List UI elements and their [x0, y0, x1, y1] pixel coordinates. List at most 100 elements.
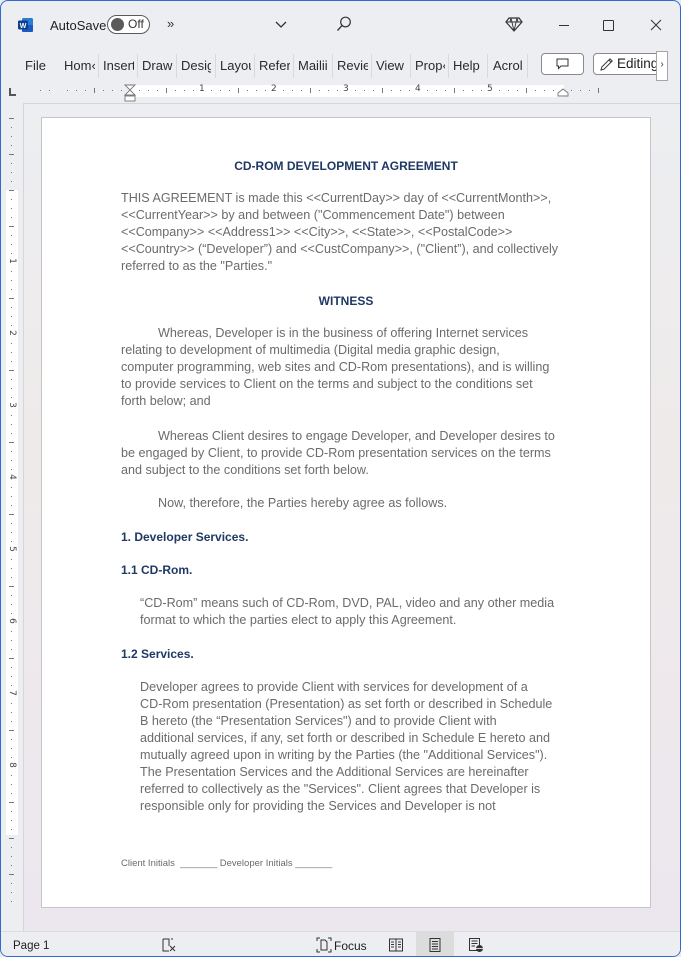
ruler-tick	[535, 90, 536, 91]
tab-references[interactable]: Refer	[259, 57, 290, 75]
ruler-tick	[11, 433, 12, 434]
ruler-tick	[211, 90, 212, 91]
indent-marker-icon[interactable]	[124, 84, 136, 103]
ruler-tick	[11, 901, 12, 902]
premium-diamond-icon[interactable]	[505, 16, 523, 33]
tab-acrobat[interactable]: Acrol	[493, 57, 524, 75]
tab-review[interactable]: Revie	[337, 57, 368, 75]
tab-properties[interactable]: Prop‹	[415, 57, 445, 75]
ruler-tick	[373, 90, 374, 91]
ruler-tick	[11, 721, 12, 722]
tab-home[interactable]: Hom‹	[64, 57, 95, 75]
right-indent-marker-icon[interactable]	[557, 88, 569, 97]
tab-divider	[254, 54, 255, 78]
text-line: responsible only for providing the Servi…	[140, 799, 496, 813]
document-page[interactable]: CD-ROM DEVELOPMENT AGREEMENT THIS AGREEM…	[41, 117, 651, 908]
comments-button[interactable]	[541, 53, 584, 75]
tab-selector-icon[interactable]	[9, 88, 16, 96]
minimize-button[interactable]	[552, 13, 576, 37]
witness-heading: WITNESS	[318, 294, 374, 308]
ruler-tick	[11, 793, 12, 794]
ruler-tick	[11, 676, 12, 677]
close-button[interactable]	[644, 13, 668, 37]
now-therefore-paragraph: Now, therefore, the Parties hereby agree…	[158, 496, 448, 510]
ruler-tick	[409, 90, 410, 91]
chevron-down-icon[interactable]	[273, 16, 289, 32]
whereas-paragraph-1: Whereas, Developer is in the business of…	[121, 325, 549, 410]
tab-view[interactable]: View	[376, 57, 406, 75]
editing-mode-button[interactable]: Editing	[593, 53, 665, 75]
ruler-tick	[11, 892, 12, 893]
ruler-number: 6	[6, 618, 17, 624]
text-line: referred to as the "Parties."	[121, 259, 273, 273]
ruler-tick	[247, 90, 248, 91]
ruler-tick	[11, 163, 12, 164]
ruler-tick	[481, 90, 482, 91]
ruler-number: 5	[487, 84, 493, 94]
ruler-tick	[310, 88, 311, 93]
ribbon-scroll-right-button[interactable]: ›	[656, 51, 668, 81]
ruler-number: 4	[415, 84, 421, 94]
read-mode-icon[interactable]	[388, 937, 404, 953]
web-layout-icon[interactable]	[468, 937, 484, 953]
ruler-tick	[11, 397, 12, 398]
print-layout-icon[interactable]	[427, 937, 443, 953]
text-line: be engaged by Client, to provide CD-Rom …	[121, 446, 551, 460]
ruler-tick	[9, 298, 14, 299]
ruler-tick	[11, 811, 12, 812]
text-line: The Presentation Services and the Additi…	[140, 765, 529, 779]
word-logo-icon: W	[18, 18, 33, 32]
text-line: format to which the parties elect to app…	[140, 613, 457, 627]
ruler-tick	[11, 559, 12, 560]
ruler-number: 4	[6, 474, 17, 480]
focus-button-label[interactable]: Focus	[334, 939, 367, 953]
proofing-icon[interactable]	[161, 937, 177, 953]
tab-design[interactable]: Desig	[181, 57, 211, 75]
ruler-tick	[11, 712, 12, 713]
ruler-tick	[11, 271, 12, 272]
tab-mailings[interactable]: Mailii	[298, 57, 329, 75]
ruler-tick	[319, 90, 320, 91]
tab-draw[interactable]: Draw	[142, 57, 174, 75]
text-line: <<Country>> (“Developer”) and <<CustComp…	[121, 242, 559, 256]
ruler-tick	[67, 90, 68, 91]
ruler-tick	[238, 88, 239, 93]
more-commands-button[interactable]: »	[167, 16, 174, 31]
autosave-toggle[interactable]: Off	[107, 15, 150, 34]
ruler-tick	[9, 658, 14, 659]
ruler-tick	[526, 88, 527, 93]
page-number-indicator[interactable]: Page 1	[13, 940, 49, 952]
text-line: <<CurrentYear>> by and between ("Commenc…	[121, 208, 505, 222]
doc-title: CD-ROM DEVELOPMENT AGREEMENT	[234, 159, 458, 173]
tab-help[interactable]: Help	[453, 57, 483, 75]
ruler-tick	[11, 631, 12, 632]
horizontal-ruler[interactable]: 1 2 3 4 5	[27, 84, 655, 102]
ruler-tick	[11, 235, 12, 236]
search-icon[interactable]	[335, 15, 353, 33]
ruler-tick	[11, 856, 12, 857]
ruler-tick	[11, 757, 12, 758]
ruler-tick	[11, 568, 12, 569]
tab-insert[interactable]: Insert	[103, 57, 134, 75]
text-line: and subject to the conditions set forth …	[121, 463, 369, 477]
ruler-tick	[364, 90, 365, 91]
ruler-tick	[112, 90, 113, 91]
ruler-number: 1	[199, 84, 205, 94]
vertical-ruler[interactable]: 1 2 3 4 5 6 7 8	[5, 109, 19, 909]
ruler-tick	[11, 748, 12, 749]
ruler-number: 8	[6, 762, 17, 768]
svg-text:W: W	[20, 23, 27, 30]
tab-file[interactable]: File	[25, 57, 47, 75]
focus-icon[interactable]	[316, 937, 332, 953]
text-line: THIS AGREEMENT is made this <<CurrentDay…	[121, 191, 552, 205]
ruler-number: 3	[6, 402, 17, 408]
ruler-tick	[508, 90, 509, 91]
ruler-tick	[427, 90, 428, 91]
ruler-tick	[472, 90, 473, 91]
section-1-2-paragraph: Developer agrees to provide Client with …	[140, 679, 552, 815]
word-window: W AutoSave Off » File Hom‹ Insert Draw D…	[0, 0, 681, 957]
ruler-tick	[337, 90, 338, 91]
maximize-button[interactable]	[596, 13, 620, 37]
tab-layout[interactable]: Layou	[220, 57, 251, 75]
ruler-tick	[11, 469, 12, 470]
